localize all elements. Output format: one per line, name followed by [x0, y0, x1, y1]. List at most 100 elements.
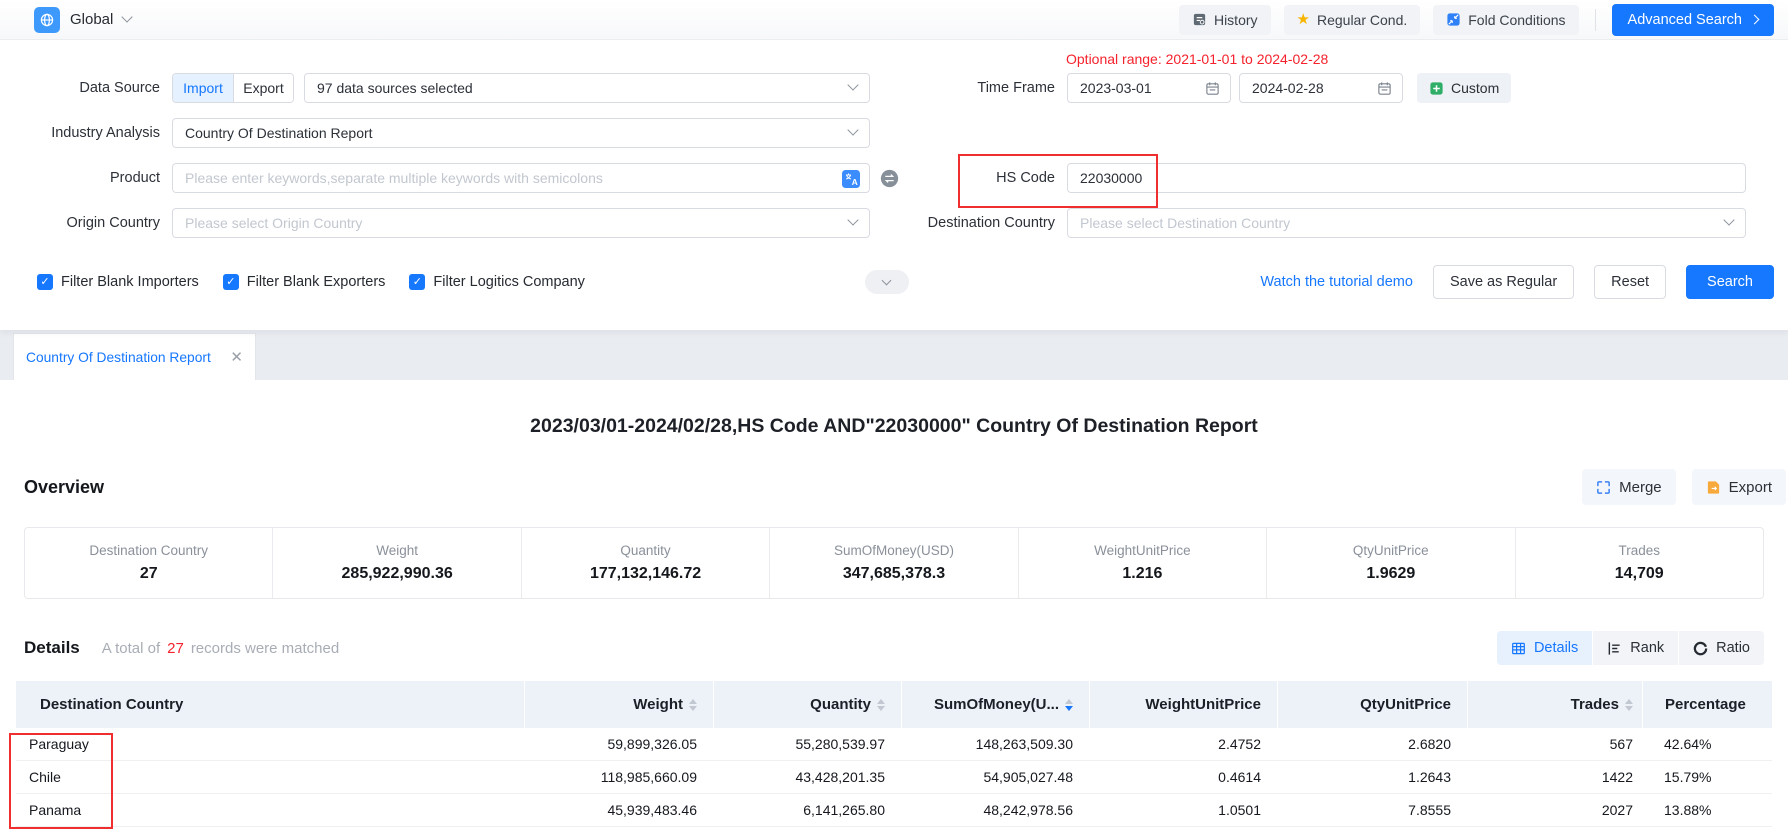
custom-range-button[interactable]: Custom [1417, 73, 1511, 103]
calendar-icon [1377, 81, 1392, 96]
table-row[interactable]: Chile 118,985,660.09 43,428,201.35 54,90… [16, 761, 1772, 794]
filter-panel: Optional range: 2021-01-01 to 2024-02-28… [0, 40, 1788, 330]
sort-caret-down-icon [877, 706, 885, 711]
history-button[interactable]: History [1179, 5, 1271, 35]
product-input-wrap: A [172, 163, 870, 193]
search-button[interactable]: Search [1686, 265, 1774, 299]
col-weight-unit-price: WeightUnitPrice [1089, 681, 1277, 728]
view-rank-button[interactable]: Rank [1593, 631, 1678, 665]
col-label: Percentage [1665, 696, 1746, 713]
row-data-source: Data Source Import Export 97 data source… [0, 73, 1788, 103]
stat-trades: Trades 14,709 [1515, 528, 1763, 598]
table-row[interactable]: Panama 45,939,483.46 6,141,265.80 48,242… [16, 794, 1772, 827]
translate-icon[interactable]: A [842, 170, 860, 188]
sort-caret-down-icon [689, 706, 697, 711]
date-start-input[interactable]: 2023-03-01 [1067, 73, 1231, 103]
filter-blank-exporters-checkbox[interactable]: ✓ Filter Blank Exporters [223, 274, 386, 290]
cell-percentage: 13.88% [1642, 802, 1788, 818]
date-start-value: 2023-03-01 [1080, 80, 1152, 96]
overview-actions: Merge Export [1582, 469, 1786, 505]
stat-label: Weight [376, 543, 418, 558]
product-fields: A [172, 163, 870, 193]
import-option[interactable]: Import [173, 74, 233, 102]
export-icon [1706, 480, 1721, 495]
view-ratio-label: Ratio [1716, 640, 1750, 656]
row-industry: Industry Analysis Country Of Destination… [0, 118, 1788, 148]
view-details-button[interactable]: Details [1497, 631, 1592, 665]
fold-icon [1446, 12, 1461, 27]
cell-country: Paraguay [16, 736, 524, 752]
checkbox-checked-icon: ✓ [223, 274, 239, 290]
col-weight: Weight [524, 681, 713, 728]
cell-weight-unit-price: 2.4752 [1089, 736, 1277, 752]
stat-label: Destination Country [89, 543, 208, 558]
cell-percentage: 42.64% [1642, 736, 1788, 752]
view-ratio-button[interactable]: Ratio [1679, 631, 1764, 665]
matched-suffix: records were matched [191, 640, 339, 657]
collapse-filters-toggle[interactable] [865, 270, 909, 294]
hs-code-input[interactable] [1068, 164, 1745, 192]
date-end-value: 2024-02-28 [1252, 80, 1324, 96]
topbar-actions: History ★ Regular Cond. Fold Conditions … [1179, 4, 1774, 36]
hs-code-fields [1067, 163, 1746, 193]
ratio-icon [1693, 641, 1708, 656]
stat-value: 14,709 [1615, 565, 1664, 583]
chevron-down-icon [1723, 214, 1734, 225]
tutorial-link[interactable]: Watch the tutorial demo [1260, 274, 1413, 290]
optional-range-hint: Optional range: 2021-01-01 to 2024-02-28 [1066, 51, 1328, 67]
overview-stats-card: Destination Country 27 Weight 285,922,99… [24, 527, 1764, 599]
time-frame-fields: 2023-03-01 2024-02-28 [1067, 73, 1746, 103]
reset-button[interactable]: Reset [1594, 265, 1666, 299]
close-icon[interactable]: ✕ [230, 350, 243, 365]
region-selector[interactable]: Global [34, 7, 131, 33]
sort-quantity[interactable] [877, 699, 885, 711]
sort-trades[interactable] [1625, 699, 1633, 711]
sort-sum-of-money[interactable] [1065, 699, 1073, 711]
exchange-icon[interactable] [880, 169, 899, 188]
tab-country-of-destination-report[interactable]: Country Of Destination Report ✕ [13, 333, 256, 380]
fold-conditions-label: Fold Conditions [1468, 12, 1565, 28]
sort-weight[interactable] [689, 699, 697, 711]
cell-country: Panama [16, 802, 524, 818]
table-header: Destination Country Weight Quantity SumO… [16, 681, 1772, 728]
overview-heading: Overview [24, 477, 104, 498]
regular-cond-button[interactable]: ★ Regular Cond. [1284, 5, 1421, 35]
advanced-search-button[interactable]: Advanced Search [1612, 4, 1774, 36]
save-as-regular-button[interactable]: Save as Regular [1433, 265, 1574, 299]
globe-icon [34, 7, 60, 33]
destination-select[interactable]: Please select Destination Country [1067, 208, 1746, 238]
sort-caret-up-icon [1065, 699, 1073, 704]
date-end-input[interactable]: 2024-02-28 [1239, 73, 1403, 103]
product-input[interactable] [173, 164, 869, 192]
row-origin: Origin Country Please select Origin Coun… [0, 208, 1788, 238]
search-actions: Watch the tutorial demo Save as Regular … [1260, 265, 1774, 299]
stat-label: Trades [1618, 543, 1660, 558]
col-sum-of-money: SumOfMoney(U... [901, 681, 1089, 728]
filter-logistics-company-checkbox[interactable]: ✓ Filter Logitics Company [409, 274, 585, 290]
export-option[interactable]: Export [233, 74, 293, 102]
matched-prefix: A total of [102, 640, 160, 657]
topbar: Global History ★ Regular Cond. Fold Cond… [0, 0, 1788, 40]
cell-quantity: 43,428,201.35 [713, 769, 901, 785]
fold-conditions-button[interactable]: Fold Conditions [1433, 5, 1578, 35]
data-sources-select[interactable]: 97 data sources selected [304, 73, 870, 103]
merge-button[interactable]: Merge [1582, 469, 1676, 505]
origin-fields: Please select Origin Country [172, 208, 870, 238]
history-icon [1192, 12, 1207, 27]
export-button[interactable]: Export [1692, 469, 1786, 505]
table-row[interactable]: Paraguay 59,899,326.05 55,280,539.97 148… [16, 728, 1772, 761]
page: Global History ★ Regular Cond. Fold Cond… [0, 0, 1788, 831]
stat-qty-unit-price: QtyUnitPrice 1.9629 [1266, 528, 1514, 598]
origin-select[interactable]: Please select Origin Country [172, 208, 870, 238]
rank-icon [1607, 641, 1622, 656]
chevron-down-icon [847, 124, 858, 135]
industry-select[interactable]: Country Of Destination Report [172, 118, 870, 148]
view-toggle-group: Details Rank Ratio [1497, 631, 1764, 665]
filter-rows: Data Source Import Export 97 data source… [0, 40, 1788, 238]
chevron-down-icon [847, 79, 858, 90]
details-table: Destination Country Weight Quantity SumO… [16, 681, 1772, 827]
origin-placeholder: Please select Origin Country [185, 215, 362, 231]
filter-blank-importers-checkbox[interactable]: ✓ Filter Blank Importers [37, 274, 199, 290]
stat-label: SumOfMoney(USD) [834, 543, 954, 558]
col-label: Destination Country [40, 696, 183, 713]
